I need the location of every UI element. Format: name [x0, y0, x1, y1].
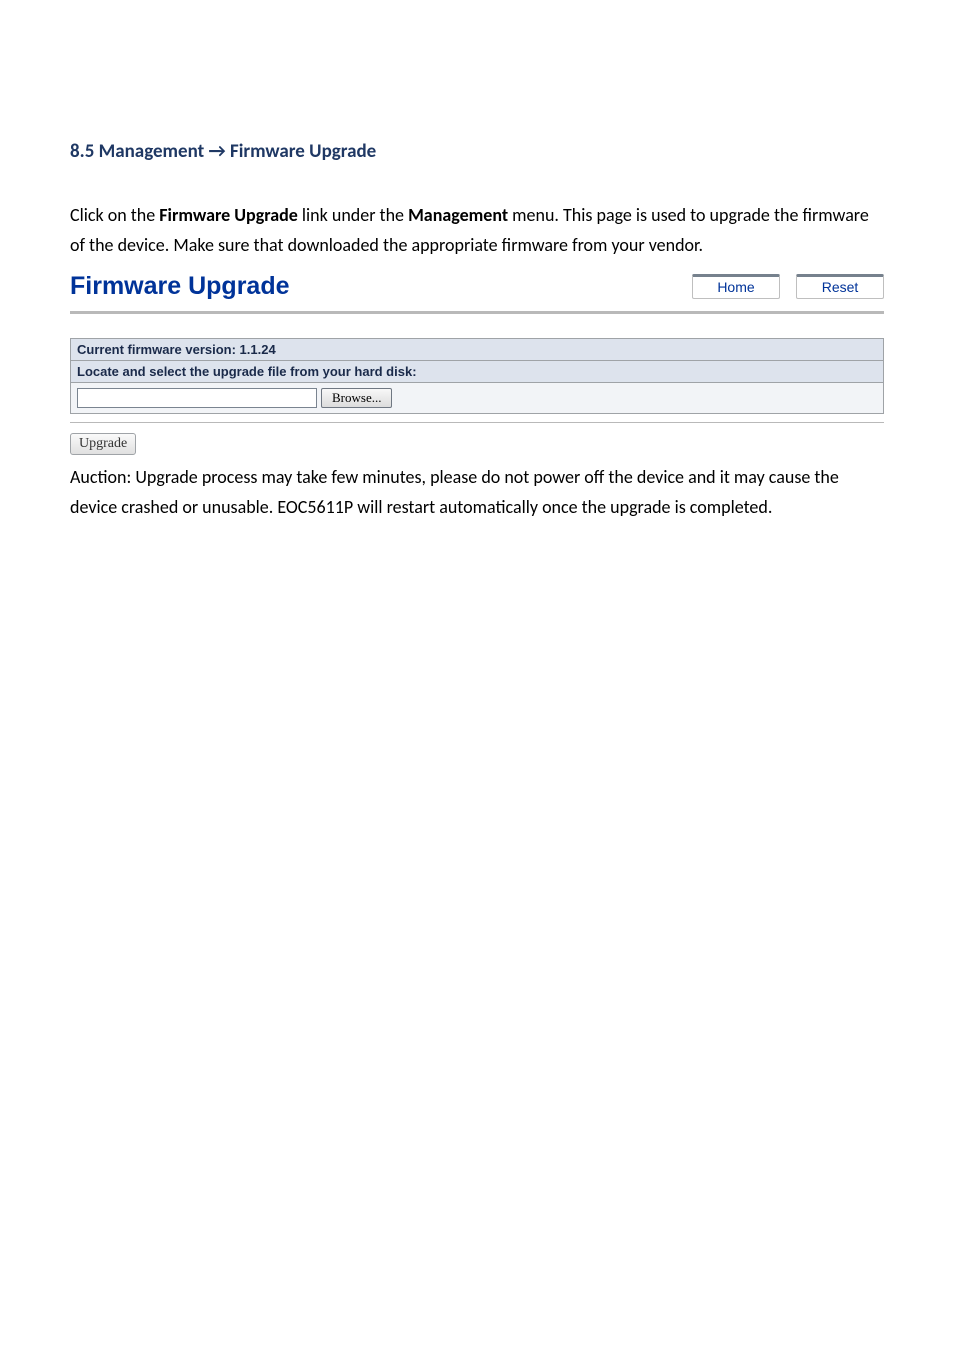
- locate-row: Locate and select the upgrade file from …: [71, 361, 884, 383]
- intro-bold-2: Management: [408, 204, 508, 226]
- intro-text-1: Click on the: [70, 204, 159, 226]
- caution-paragraph: Auction: Upgrade process may take few mi…: [70, 463, 884, 522]
- browse-button[interactable]: Browse...: [321, 388, 392, 408]
- firmware-form-table: Current firmware version: 1.1.24 Locate …: [70, 338, 884, 414]
- version-row: Current firmware version: 1.1.24: [71, 339, 884, 361]
- firmware-panel: Firmware Upgrade Home Reset Current firm…: [70, 272, 884, 455]
- home-button[interactable]: Home: [692, 274, 780, 299]
- panel-title: Firmware Upgrade: [70, 272, 290, 301]
- divider-thin: [70, 422, 884, 423]
- section-heading: 8.5 Management → Firmware Upgrade: [70, 140, 884, 163]
- upgrade-button[interactable]: Upgrade: [70, 433, 136, 455]
- intro-text-2: link under the: [298, 204, 408, 226]
- divider: [70, 311, 884, 314]
- file-path-input[interactable]: [77, 388, 317, 408]
- intro-bold-1: Firmware Upgrade: [159, 204, 298, 226]
- reset-button[interactable]: Reset: [796, 274, 884, 299]
- intro-paragraph: Click on the Firmware Upgrade link under…: [70, 201, 884, 260]
